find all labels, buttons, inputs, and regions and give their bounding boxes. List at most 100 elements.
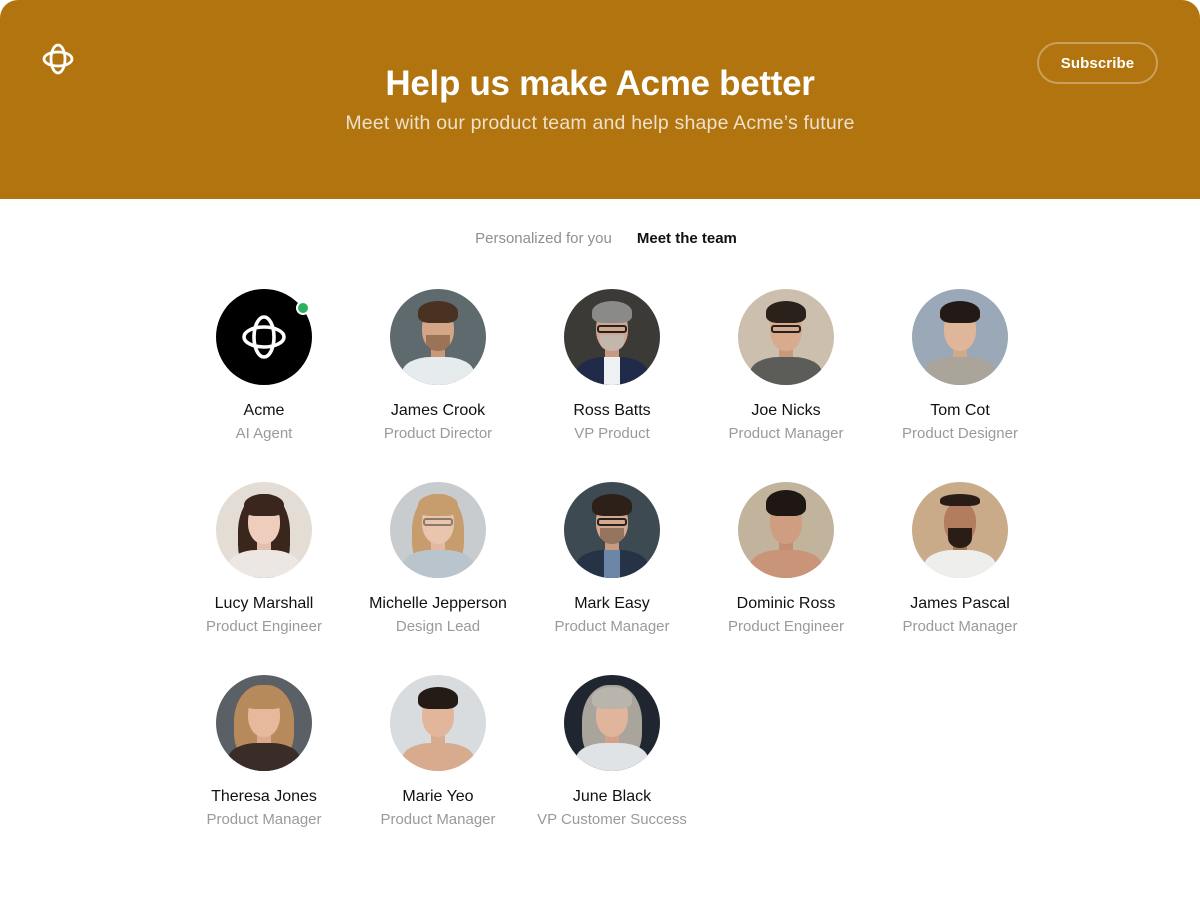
online-status-indicator xyxy=(296,301,310,315)
member-name: June Black xyxy=(572,788,652,805)
avatar xyxy=(216,289,312,385)
avatar xyxy=(216,482,312,578)
avatar-portrait-part xyxy=(948,528,972,548)
tab-meet-the-team[interactable]: Meet the team xyxy=(637,230,737,247)
avatar-image xyxy=(738,482,834,578)
avatar-portrait-part xyxy=(576,743,648,771)
member-role: Product Manager xyxy=(728,425,844,442)
avatar-portrait-part xyxy=(940,301,980,323)
avatar-image xyxy=(738,289,834,385)
avatar-portrait-part xyxy=(402,357,474,385)
member-role: Product Manager xyxy=(902,618,1018,635)
avatar-portrait-part xyxy=(592,494,632,516)
avatar xyxy=(738,289,834,385)
avatar-portrait-part xyxy=(592,687,632,709)
member-name: James Pascal xyxy=(910,595,1010,612)
avatar-portrait-part xyxy=(418,301,458,323)
avatar-portrait-part xyxy=(597,325,627,333)
member-role: Product Director xyxy=(383,425,493,442)
avatar-portrait-part xyxy=(766,301,806,323)
member-name: Joe Nicks xyxy=(751,402,821,419)
team-member-card[interactable]: Tom Cot Product Designer xyxy=(873,289,1047,482)
avatar xyxy=(564,289,660,385)
member-role: VP Customer Success xyxy=(537,811,687,828)
avatar-image xyxy=(564,289,660,385)
member-name: Michelle Jepperson xyxy=(369,595,507,612)
avatar-image xyxy=(216,675,312,771)
member-role: Product Manager xyxy=(380,811,496,828)
team-member-card[interactable]: Michelle Jepperson Design Lead xyxy=(351,482,525,675)
team-member-card[interactable]: Marie Yeo Product Manager xyxy=(351,675,525,868)
avatar xyxy=(216,675,312,771)
avatar-image xyxy=(390,289,486,385)
tab-personalized[interactable]: Personalized for you xyxy=(463,230,612,247)
tab-bar: Personalized for you Meet the team xyxy=(0,230,1200,247)
team-member-card[interactable]: June Black VP Customer Success xyxy=(525,675,699,868)
member-role: Product Designer xyxy=(902,425,1018,442)
avatar xyxy=(390,482,486,578)
avatar-portrait-part xyxy=(597,518,627,526)
member-role: Design Lead xyxy=(395,618,481,635)
member-role: AI Agent xyxy=(235,425,293,442)
team-member-card[interactable]: Mark Easy Product Manager xyxy=(525,482,699,675)
team-member-card[interactable]: Acme AI Agent xyxy=(177,289,351,482)
team-member-card[interactable]: Ross Batts VP Product xyxy=(525,289,699,482)
member-name: Tom Cot xyxy=(930,402,990,419)
member-name: Lucy Marshall xyxy=(214,595,314,612)
avatar-portrait-part xyxy=(604,357,620,385)
avatar-image xyxy=(390,482,486,578)
avatar-portrait-part xyxy=(402,550,474,578)
team-grid: Acme AI Agent James Crook Product Direct… xyxy=(177,289,1047,868)
team-member-card[interactable]: Joe Nicks Product Manager xyxy=(699,289,873,482)
avatar-portrait-part xyxy=(244,687,284,709)
avatar-portrait-part xyxy=(750,550,822,578)
member-role: Product Engineer xyxy=(206,618,322,635)
avatar-portrait-part xyxy=(418,687,458,709)
acme-orbit-icon xyxy=(242,315,286,359)
avatar-portrait-part xyxy=(924,357,996,385)
avatar-portrait-part xyxy=(402,743,474,771)
avatar-image xyxy=(912,482,1008,578)
member-name: Dominic Ross xyxy=(736,595,836,612)
member-role: VP Product xyxy=(574,425,650,442)
avatar-portrait-part xyxy=(418,494,458,516)
page-subtitle: Meet with our product team and help shap… xyxy=(345,112,855,134)
avatar-portrait-part xyxy=(600,528,624,544)
avatar-portrait-part xyxy=(750,357,822,385)
avatar-image xyxy=(564,482,660,578)
avatar-portrait-part xyxy=(604,550,620,578)
team-member-card[interactable]: James Crook Product Director xyxy=(351,289,525,482)
member-name: Ross Batts xyxy=(573,402,651,419)
avatar-image xyxy=(912,289,1008,385)
avatar-portrait-part xyxy=(940,494,980,506)
avatar xyxy=(738,482,834,578)
member-name: Theresa Jones xyxy=(211,788,317,805)
member-role: Product Engineer xyxy=(728,618,844,635)
member-name: Marie Yeo xyxy=(402,788,474,805)
avatar-portrait-part xyxy=(771,325,801,333)
avatar-portrait-part xyxy=(423,518,453,526)
avatar-portrait-part xyxy=(766,490,806,516)
member-name: James Crook xyxy=(390,402,486,419)
avatar-portrait-part xyxy=(426,335,450,351)
avatar-portrait-part xyxy=(600,335,624,351)
team-member-card[interactable]: Dominic Ross Product Engineer xyxy=(699,482,873,675)
avatar xyxy=(390,289,486,385)
member-name: Mark Easy xyxy=(574,595,650,612)
avatar xyxy=(390,675,486,771)
team-member-card[interactable]: James Pascal Product Manager xyxy=(873,482,1047,675)
avatar xyxy=(564,675,660,771)
subscribe-button[interactable]: Subscribe xyxy=(1037,42,1158,84)
avatar-portrait-part xyxy=(228,743,300,771)
page-title: Help us make Acme better xyxy=(385,64,815,103)
hero-banner: Help us make Acme better Meet with our p… xyxy=(0,0,1200,199)
avatar-image xyxy=(216,482,312,578)
team-member-card[interactable]: Lucy Marshall Product Engineer xyxy=(177,482,351,675)
member-name: Acme xyxy=(243,402,285,419)
member-role: Product Manager xyxy=(554,618,670,635)
avatar-portrait-part xyxy=(228,550,300,578)
team-member-card[interactable]: Theresa Jones Product Manager xyxy=(177,675,351,868)
avatar-portrait-part xyxy=(924,550,996,578)
member-role: Product Manager xyxy=(206,811,322,828)
page-frame: Help us make Acme better Meet with our p… xyxy=(0,0,1200,900)
